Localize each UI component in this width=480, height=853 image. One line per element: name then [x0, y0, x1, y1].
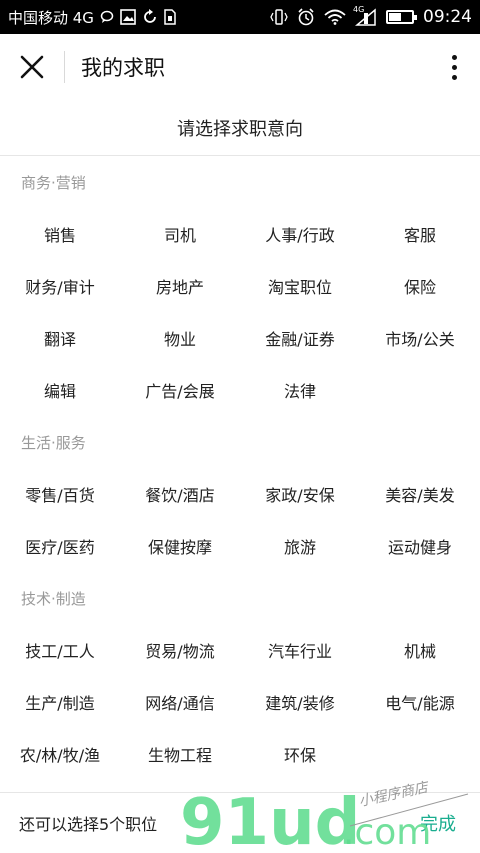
- battery-fill: [389, 13, 402, 21]
- job-option[interactable]: 环保: [240, 728, 360, 780]
- job-option[interactable]: 旅游: [240, 520, 360, 572]
- job-option[interactable]: 网络/通信: [120, 676, 240, 728]
- option-grid: 零售/百货 餐饮/酒店 家政/安保 美容/美发医疗/医药 保健按摩 旅游 运动健身: [0, 468, 480, 572]
- more-dot-icon: [451, 54, 457, 60]
- sim-card-icon: [164, 9, 176, 25]
- carrier-label: 中国移动 4G: [8, 8, 94, 27]
- status-bar: 中国移动 4G 4G 09:24: [0, 0, 480, 34]
- sync-icon: [142, 9, 158, 25]
- category-title: 技术·制造: [21, 589, 86, 608]
- wifi-icon: [324, 9, 346, 25]
- job-option[interactable]: 市场/公关: [360, 312, 480, 364]
- category-section: 商务·营销销售 司机 人事/行政 客服财务/审计 房地产 淘宝职位 保险翻译 物业 金融/证券市…: [0, 156, 480, 416]
- job-option[interactable]: 金融/证券: [240, 312, 360, 364]
- job-option[interactable]: 翻译: [0, 312, 120, 364]
- job-option[interactable]: 汽车行业: [240, 624, 360, 676]
- status-left: 中国移动 4G: [8, 7, 176, 28]
- job-option[interactable]: 电气/能源: [360, 676, 480, 728]
- category-section: 生活·服务零售/百货 餐饮/酒店 家政/安保 美容/美发医疗/医药 保健按摩 旅游 运动健身: [0, 416, 480, 572]
- job-option[interactable]: 贸易/物流: [120, 624, 240, 676]
- job-option[interactable]: 物业: [120, 312, 240, 364]
- job-option[interactable]: 生产/制造: [0, 676, 120, 728]
- more-button[interactable]: [428, 34, 480, 100]
- network-type-label: 4G: [353, 5, 365, 14]
- job-option[interactable]: 房地产: [120, 260, 240, 312]
- category-title: 商务·营销: [21, 173, 86, 192]
- chat-bubble-icon: [100, 10, 114, 24]
- more-dot-icon: [451, 74, 457, 80]
- job-option[interactable]: 技工/工人: [0, 624, 120, 676]
- job-option[interactable]: 餐饮/酒店: [120, 468, 240, 520]
- job-option[interactable]: 医疗/医药: [0, 520, 120, 572]
- job-option[interactable]: 客服: [360, 208, 480, 260]
- category-title: 生活·服务: [21, 433, 86, 452]
- job-option[interactable]: 编辑: [0, 364, 120, 416]
- job-option[interactable]: 家政/安保: [240, 468, 360, 520]
- alarm-icon: [297, 8, 315, 26]
- close-button[interactable]: [0, 34, 64, 100]
- job-option[interactable]: 保健按摩: [120, 520, 240, 572]
- remaining-count-text: 还可以选择5个职位: [19, 815, 158, 834]
- job-option[interactable]: 财务/审计: [0, 260, 120, 312]
- option-grid: 销售 司机 人事/行政 客服财务/审计 房地产 淘宝职位 保险翻译 物业 金融/证券 市场/公关编…: [0, 208, 480, 416]
- job-option[interactable]: 生物工程: [120, 728, 240, 780]
- job-option[interactable]: 美容/美发: [360, 468, 480, 520]
- job-option[interactable]: 零售/百货: [0, 468, 120, 520]
- cellular-signal-icon: 4G: [353, 5, 377, 26]
- category-title: 艺术·教育: [0, 780, 480, 792]
- clock: 09:24: [423, 7, 472, 27]
- status-right: 4G 09:24: [270, 5, 472, 27]
- done-button[interactable]: 完成: [420, 810, 456, 836]
- category-list[interactable]: 商务·营销销售 司机 人事/行政 客服财务/审计 房地产 淘宝职位 保险翻译 物业 金融/证券市…: [0, 156, 480, 792]
- title-bar: 我的求职: [0, 34, 480, 100]
- category-section: 技术·制造技工/工人 贸易/物流 汽车行业 机械生产/制造 网络/通信 建筑/装修 电气/能…: [0, 572, 480, 780]
- title-divider: [64, 51, 65, 83]
- battery-icon: [386, 10, 417, 24]
- job-option[interactable]: 法律: [240, 364, 360, 416]
- job-option[interactable]: 机械: [360, 624, 480, 676]
- footer-bar: 还可以选择5个职位 完成: [0, 792, 480, 853]
- job-option[interactable]: 保险: [360, 260, 480, 312]
- job-option[interactable]: 运动健身: [360, 520, 480, 572]
- job-option[interactable]: 人事/行政: [240, 208, 360, 260]
- image-icon: [120, 9, 136, 25]
- job-option[interactable]: 淘宝职位: [240, 260, 360, 312]
- option-grid: 技工/工人 贸易/物流 汽车行业 机械生产/制造 网络/通信 建筑/装修 电气/能源农/林/…: [0, 624, 480, 780]
- job-option[interactable]: 广告/会展: [120, 364, 240, 416]
- close-icon: [20, 55, 44, 79]
- job-option[interactable]: 农/林/牧/渔: [0, 728, 120, 780]
- section-prompt: 请选择求职意向: [0, 100, 480, 156]
- category-section: 艺术·教育: [0, 780, 480, 792]
- job-option[interactable]: 建筑/装修: [240, 676, 360, 728]
- more-dot-icon: [451, 64, 457, 70]
- page-title: 我的求职: [81, 56, 165, 80]
- job-option[interactable]: 司机: [120, 208, 240, 260]
- vibrate-icon: [270, 9, 288, 25]
- job-option[interactable]: 销售: [0, 208, 120, 260]
